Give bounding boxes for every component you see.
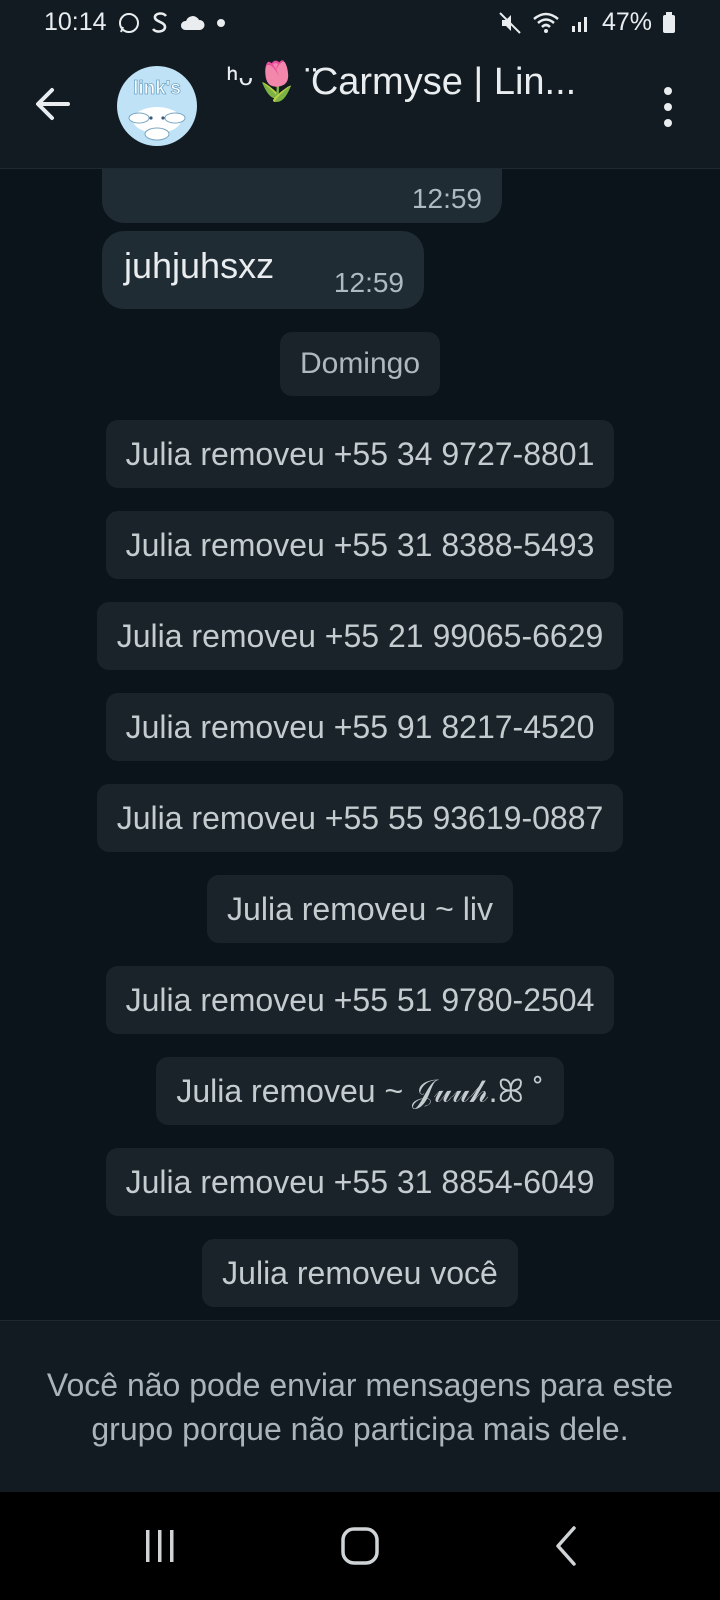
- arrow-left-icon: [36, 88, 70, 120]
- system-navigation-bar: [0, 1492, 720, 1600]
- cannot-send-notice: Você não pode enviar mensagens para este…: [0, 1320, 720, 1493]
- system-message: Julia removeu ~ 𝒥𝓊𝓊𝒽.ꕤ ˚: [0, 1057, 720, 1125]
- status-time: 10:14: [44, 8, 107, 36]
- back-button[interactable]: [32, 82, 76, 126]
- message-time: 12:59: [333, 267, 404, 298]
- message-time: 12:59: [411, 183, 482, 214]
- wifi-icon: [532, 11, 560, 35]
- chat-area[interactable]: 12:59 juhjuhsxz 12:59 Domingo Julia remo…: [0, 169, 720, 1319]
- group-avatar[interactable]: link's: [117, 66, 197, 146]
- overflow-menu-button[interactable]: [658, 84, 678, 130]
- notification-dot-icon: [215, 17, 227, 29]
- message-bubble[interactable]: 12:59: [102, 169, 502, 223]
- nav-back-button[interactable]: [536, 1522, 596, 1572]
- system-message: Julia removeu +55 55 93619-0887: [0, 784, 720, 852]
- system-message-text: Julia removeu +55 34 9727-8801: [105, 420, 615, 488]
- battery-icon: [662, 11, 676, 34]
- status-bar: 10:14 47%: [0, 0, 720, 46]
- message-text: juhjuhsxz: [124, 245, 275, 286]
- system-message: Julia removeu +55 31 8854-6049: [0, 1148, 720, 1216]
- system-message: Julia removeu você: [0, 1239, 720, 1307]
- system-message: Julia removeu +55 34 9727-8801: [0, 420, 720, 488]
- system-message: Julia removeu +55 31 8388-5493: [0, 511, 720, 579]
- kebab-menu-icon: [664, 87, 672, 127]
- signal-icon: [570, 12, 592, 34]
- system-message-text: Julia removeu +55 55 93619-0887: [96, 784, 624, 852]
- system-message-text: Julia removeu +55 31 8388-5493: [105, 511, 615, 579]
- chat-title[interactable]: ᑋ︎ᵕ🌷 ̈Carmyse | Lin...: [226, 52, 636, 112]
- system-message: Julia removeu +55 51 9780-2504: [0, 966, 720, 1034]
- s-app-icon: [151, 11, 169, 35]
- system-message-text: Julia removeu +55 51 9780-2504: [105, 966, 615, 1034]
- system-message-text: Julia removeu +55 21 99065-6629: [96, 602, 624, 670]
- nav-back-icon: [556, 1526, 576, 1566]
- recent-apps-icon: [146, 1530, 174, 1562]
- home-icon: [341, 1527, 379, 1565]
- system-message-text: Julia removeu ~ 𝒥𝓊𝓊𝒽.ꕤ ˚: [156, 1057, 564, 1125]
- system-message: Julia removeu ~ liv: [0, 875, 720, 943]
- system-message-text: Julia removeu ~ liv: [207, 875, 513, 943]
- battery-percent: 47%: [601, 8, 652, 36]
- mute-icon: [498, 11, 522, 35]
- cannot-send-text: Você não pode enviar mensagens para este…: [46, 1367, 674, 1447]
- recent-apps-button[interactable]: [130, 1522, 190, 1572]
- date-divider: Domingo: [0, 332, 720, 396]
- system-message: Julia removeu +55 21 99065-6629: [0, 602, 720, 670]
- system-message: Julia removeu +55 91 8217-4520: [0, 693, 720, 761]
- home-button[interactable]: [330, 1522, 390, 1572]
- chat-header: link's ᑋ︎ᵕ🌷 ̈Carmyse | Lin...: [0, 46, 720, 169]
- message-bubble[interactable]: juhjuhsxz 12:59: [102, 231, 424, 309]
- whatsapp-icon: [117, 11, 141, 35]
- system-message-text: Julia removeu +55 91 8217-4520: [105, 693, 615, 761]
- cloud-icon: [179, 14, 205, 32]
- date-divider-label: Domingo: [279, 332, 441, 396]
- system-message-text: Julia removeu você: [202, 1239, 518, 1307]
- system-message-text: Julia removeu +55 31 8854-6049: [105, 1148, 615, 1216]
- avatar-text: link's: [133, 78, 181, 99]
